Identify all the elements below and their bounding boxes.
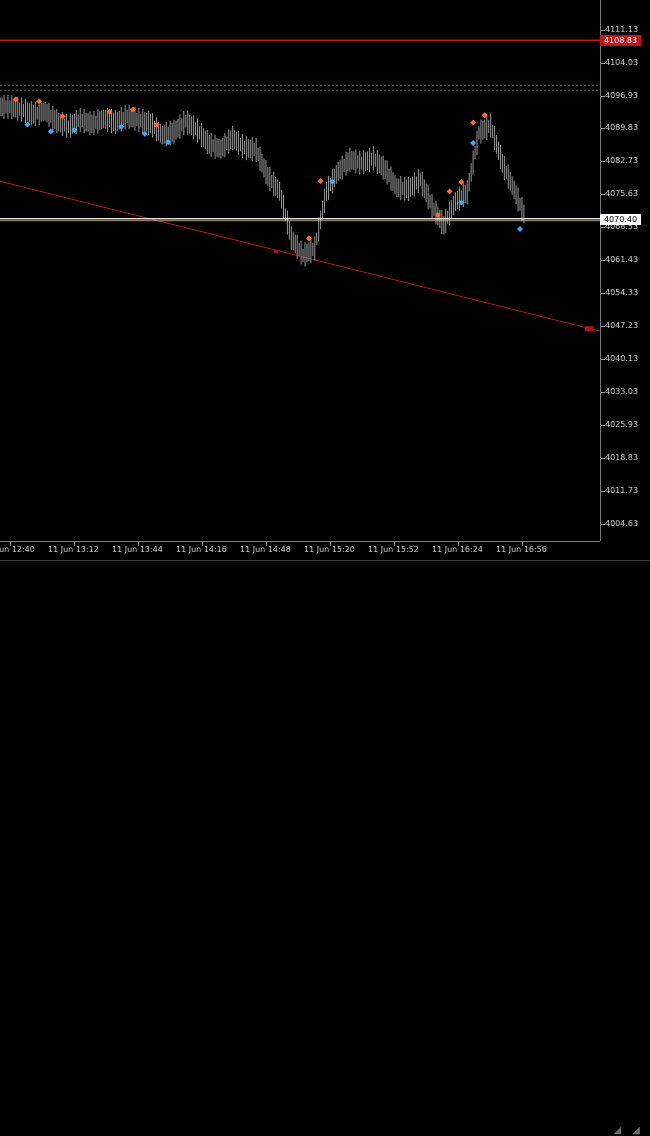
price-chart[interactable] bbox=[0, 0, 600, 541]
time-tick-label: 11 Jun 16:24 bbox=[432, 545, 483, 554]
price-tick-label: 4096.93 bbox=[605, 90, 639, 100]
price-tick-label: 4061.43 bbox=[605, 255, 639, 265]
sell-signal-marker bbox=[470, 119, 477, 126]
current-price-label: 4070.40 bbox=[600, 213, 641, 225]
price-tick-label: 4018.83 bbox=[605, 453, 639, 463]
trend-line-anchor bbox=[274, 249, 278, 253]
bottom-status-bar: ◢ ◢ bbox=[0, 560, 650, 1136]
sell-signal-marker bbox=[317, 178, 324, 185]
time-axis[interactable]: 11 Jun 12:40 11 Jun 13:12 11 Jun 13:44 11 J… bbox=[0, 541, 600, 560]
price-tick-label: 4075.63 bbox=[605, 189, 639, 199]
time-tick-label: 11 Jun 15:20 bbox=[304, 545, 355, 554]
price-tick-label: 4089.83 bbox=[605, 123, 639, 133]
price-tick-label: 4111.13 bbox=[605, 24, 639, 34]
trend-line-arrow bbox=[585, 326, 593, 332]
price-tick-label: 4054.33 bbox=[605, 288, 639, 298]
time-tick-label: 11 Jun 16:56 bbox=[496, 545, 547, 554]
chart-scroll-icons[interactable]: ◢ ◢ bbox=[613, 1125, 644, 1136]
price-tick-label: 4033.03 bbox=[605, 387, 639, 397]
time-tick-label: 11 Jun 14:48 bbox=[240, 545, 291, 554]
price-tick-label: 4040.13 bbox=[605, 354, 639, 364]
sell-signal-marker bbox=[446, 188, 453, 195]
chart-area[interactable] bbox=[0, 0, 600, 541]
price-tick-label: 4047.23 bbox=[605, 321, 639, 331]
time-tick-label: 11 Jun 13:12 bbox=[48, 545, 99, 554]
time-tick-label: 11 Jun 15:52 bbox=[368, 545, 419, 554]
time-tick-label: 11 Jun 13:44 bbox=[112, 545, 163, 554]
price-tick-label: 4104.03 bbox=[605, 57, 639, 67]
buy-signal-marker bbox=[470, 140, 477, 147]
buy-signal-marker bbox=[517, 225, 523, 232]
price-tick-label: 4025.93 bbox=[605, 420, 639, 430]
price-tick-label: 4082.73 bbox=[605, 156, 639, 166]
time-tick-label: 11 Jun 12:40 bbox=[0, 545, 35, 554]
price-axis[interactable]: 4111.13 4104.03 4096.93 4089.83 4082.73 4075.… bbox=[600, 0, 650, 541]
resistance-price-label: 4108.83 bbox=[600, 35, 641, 47]
price-tick-label: 4011.73 bbox=[605, 486, 639, 496]
trend-line bbox=[0, 180, 600, 332]
price-tick-label: 4004.63 bbox=[605, 519, 639, 529]
time-tick-label: 11 Jun 14:16 bbox=[176, 545, 227, 554]
